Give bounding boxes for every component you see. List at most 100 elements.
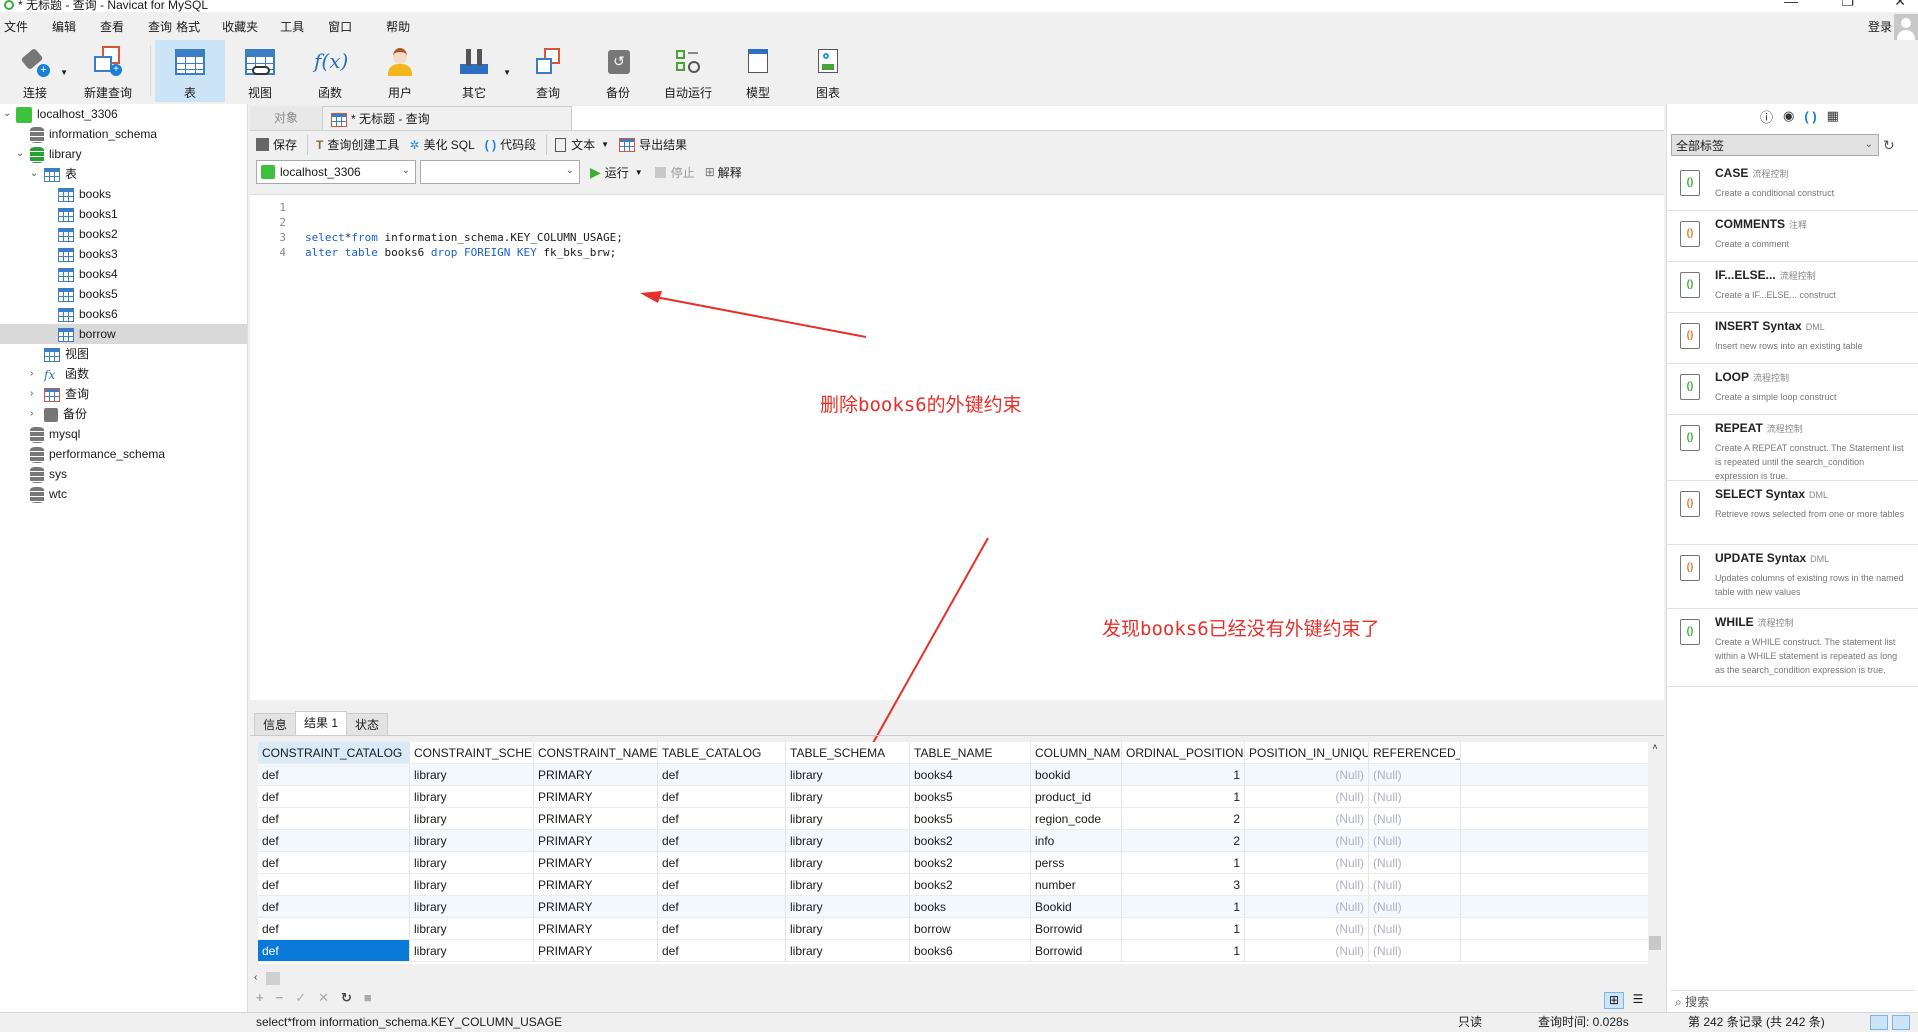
- query-builder-button[interactable]: T 查询创建工具: [316, 136, 399, 153]
- table-cell[interactable]: library: [786, 830, 910, 851]
- toolbar-query-button[interactable]: 查询: [513, 40, 583, 102]
- table-cell[interactable]: def: [658, 896, 786, 917]
- table-cell[interactable]: books: [910, 896, 1031, 917]
- menu-favorites[interactable]: 收藏夹: [218, 18, 258, 35]
- tree-db-library[interactable]: ⌄ library: [0, 144, 247, 164]
- snippet-item[interactable]: () REPEAT 流程控制 Create A REPEAT construct. T…: [1667, 415, 1918, 481]
- snippet-item[interactable]: () WHILE 流程控制 Create a WHILE construct. The…: [1667, 609, 1918, 687]
- table-cell[interactable]: library: [410, 852, 534, 873]
- menu-file[interactable]: 文件: [0, 18, 28, 35]
- table-cell[interactable]: PRIMARY: [534, 918, 658, 939]
- apply-icon[interactable]: ✓: [295, 990, 306, 1006]
- stop-button[interactable]: 停止: [654, 164, 695, 181]
- export-result-button[interactable]: 导出结果: [619, 136, 687, 153]
- table-cell[interactable]: (Null): [1369, 786, 1461, 807]
- toolbar-view-button[interactable]: 视图: [225, 40, 295, 102]
- table-cell[interactable]: books2: [910, 874, 1031, 895]
- table-cell[interactable]: def: [658, 874, 786, 895]
- table-cell[interactable]: 1: [1122, 940, 1245, 961]
- table-cell[interactable]: (Null): [1245, 786, 1369, 807]
- toolbar-new-query-button[interactable]: + 新建查询: [70, 40, 146, 102]
- table-cell[interactable]: PRIMARY: [534, 786, 658, 807]
- tree-table-books4[interactable]: books4: [0, 264, 247, 284]
- code-snippet-button[interactable]: ( ) 代码段: [485, 136, 536, 153]
- table-cell[interactable]: borrow: [910, 918, 1031, 939]
- database-select[interactable]: ⌄: [420, 160, 580, 184]
- table-cell[interactable]: def: [658, 764, 786, 785]
- chevron-down-icon[interactable]: ⌄: [30, 164, 38, 184]
- tree-table-books5[interactable]: books5: [0, 284, 247, 304]
- chevron-right-icon[interactable]: ›: [30, 364, 33, 384]
- chevron-right-icon[interactable]: ›: [30, 384, 33, 404]
- column-header[interactable]: TABLE_NAME: [910, 742, 1031, 763]
- tree-db-mysql[interactable]: mysql: [0, 424, 247, 444]
- dropdown-arrow-icon[interactable]: ▼: [60, 68, 68, 77]
- table-row[interactable]: def library PRIMARY def library books2 number 3…: [258, 874, 1648, 896]
- horizontal-scroll-thumb[interactable]: [266, 972, 280, 985]
- table-cell[interactable]: Borrowid: [1031, 918, 1122, 939]
- table-cell[interactable]: (Null): [1245, 874, 1369, 895]
- table-cell[interactable]: library: [786, 918, 910, 939]
- table-cell[interactable]: (Null): [1245, 852, 1369, 873]
- info-icon[interactable]: ⓘ: [1760, 107, 1773, 126]
- table-cell[interactable]: library: [786, 786, 910, 807]
- tree-tables-folder[interactable]: ⌄ 表: [0, 164, 247, 184]
- dropdown-arrow-icon[interactable]: ▼: [503, 68, 511, 77]
- table-cell[interactable]: (Null): [1369, 852, 1461, 873]
- table-cell[interactable]: (Null): [1245, 940, 1369, 961]
- tab-status[interactable]: 状态: [346, 713, 389, 735]
- discard-icon[interactable]: ✕: [318, 990, 329, 1006]
- table-cell[interactable]: books6: [910, 940, 1031, 961]
- table-cell[interactable]: PRIMARY: [534, 940, 658, 961]
- toolbar-chart-button[interactable]: 图表: [793, 40, 863, 102]
- table-cell[interactable]: Borrowid: [1031, 940, 1122, 961]
- tree-table-books6[interactable]: books6: [0, 304, 247, 324]
- snippet-item[interactable]: () IF...ELSE... 流程控制 Create a IF...ELSE... …: [1667, 262, 1918, 313]
- table-row[interactable]: def library PRIMARY def library books5 product…: [258, 786, 1648, 808]
- refresh-icon[interactable]: ↻: [341, 990, 352, 1006]
- table-cell[interactable]: def: [258, 764, 410, 785]
- column-header[interactable]: ORDINAL_POSITION: [1122, 742, 1245, 763]
- tree-connection[interactable]: ⌄ localhost_3306: [0, 104, 247, 124]
- tab-objects[interactable]: 对象: [250, 106, 322, 130]
- table-cell[interactable]: (Null): [1369, 896, 1461, 917]
- table-cell[interactable]: (Null): [1245, 830, 1369, 851]
- table-cell[interactable]: PRIMARY: [534, 808, 658, 829]
- table-cell[interactable]: books2: [910, 830, 1031, 851]
- table-cell[interactable]: def: [258, 940, 410, 961]
- table-row[interactable]: def library PRIMARY def library books Bookid 1(…: [258, 896, 1648, 918]
- column-header[interactable]: TABLE_CATALOG: [658, 742, 786, 763]
- table-cell[interactable]: def: [658, 940, 786, 961]
- menu-window[interactable]: 窗口: [324, 18, 352, 35]
- toolbar-backup-button[interactable]: ↺ 备份: [583, 40, 653, 102]
- table-cell[interactable]: product_id: [1031, 786, 1122, 807]
- table-cell[interactable]: bookid: [1031, 764, 1122, 785]
- menu-edit[interactable]: 编辑: [48, 18, 76, 35]
- dropdown-arrow-icon[interactable]: ▼: [601, 140, 609, 149]
- layout-icon[interactable]: ▦: [1827, 108, 1839, 124]
- toolbar-user-button[interactable]: 用户: [365, 40, 435, 102]
- table-row[interactable]: def library PRIMARY def library books6 Borrowi…: [258, 940, 1648, 962]
- table-cell[interactable]: 2: [1122, 830, 1245, 851]
- table-cell[interactable]: def: [658, 830, 786, 851]
- table-cell[interactable]: books5: [910, 786, 1031, 807]
- table-cell[interactable]: library: [410, 940, 534, 961]
- tag-filter-select[interactable]: 全部标签 ⌄: [1671, 134, 1879, 156]
- column-header[interactable]: TABLE_SCHEMA: [786, 742, 910, 763]
- table-cell[interactable]: (Null): [1245, 918, 1369, 939]
- table-cell[interactable]: (Null): [1245, 808, 1369, 829]
- snippet-brackets-icon[interactable]: ( ): [1804, 109, 1816, 124]
- close-button[interactable]: ✕: [1894, 0, 1906, 8]
- menu-tools[interactable]: 工具: [276, 18, 304, 35]
- column-header[interactable]: COLUMN_NAME: [1031, 742, 1122, 763]
- table-cell[interactable]: number: [1031, 874, 1122, 895]
- table-row[interactable]: def library PRIMARY def library books4 bookid 1…: [258, 764, 1648, 786]
- table-cell[interactable]: (Null): [1369, 940, 1461, 961]
- tree-queries-folder[interactable]: › 查询: [0, 384, 247, 404]
- table-cell[interactable]: perss: [1031, 852, 1122, 873]
- chevron-down-icon[interactable]: ⌄: [16, 144, 24, 164]
- table-cell[interactable]: PRIMARY: [534, 896, 658, 917]
- snippet-search-input[interactable]: ⌕ 搜索: [1671, 990, 1915, 1012]
- dropdown-arrow-icon[interactable]: ▼: [635, 168, 643, 177]
- table-cell[interactable]: def: [658, 918, 786, 939]
